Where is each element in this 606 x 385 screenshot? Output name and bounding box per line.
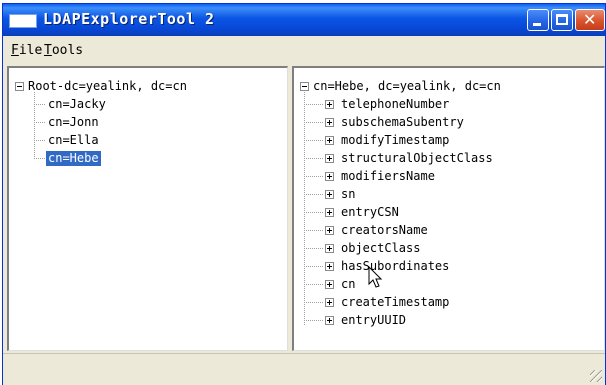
tree-connector [304, 92, 305, 326]
expand-attribute-icon[interactable] [325, 172, 334, 181]
tree-connector [304, 230, 324, 231]
attribute-node[interactable]: objectClass [341, 241, 420, 256]
tree-connector [304, 140, 324, 141]
window-title: LDAPExplorerTool 2 [43, 10, 215, 28]
attribute-node[interactable]: creatorsName [341, 223, 428, 238]
menu-tools-accel: T [44, 43, 52, 58]
menu-file-accel: F [11, 43, 19, 58]
minimize-button[interactable] [527, 9, 549, 31]
expand-attribute-icon[interactable] [325, 208, 334, 217]
expand-attribute-icon[interactable] [325, 262, 334, 271]
menu-file-rest: ile [18, 43, 43, 58]
attribute-node[interactable]: modifyTimestamp [341, 133, 449, 148]
attribute-node[interactable]: createTimestamp [341, 295, 449, 310]
close-button[interactable]: ✕ [575, 9, 605, 31]
expand-attribute-icon[interactable] [325, 136, 334, 145]
tree-connector [304, 266, 324, 267]
menu-tools[interactable]: Tools [44, 43, 83, 58]
app-window: LDAPExplorerTool 2 ✕ File Tools Root-dc=… [2, 3, 606, 385]
attribute-node[interactable]: structuralObjectClass [341, 151, 493, 166]
attribute-tree-pane[interactable]: cn=Hebe, dc=yealink, dc=cn telephoneNumb… [292, 66, 605, 351]
attribute-node[interactable]: subschemaSubentry [341, 115, 464, 130]
expand-attribute-icon[interactable] [325, 298, 334, 307]
title-bar[interactable]: LDAPExplorerTool 2 ✕ [3, 4, 605, 36]
tree-connector [304, 122, 324, 123]
expand-attribute-icon[interactable] [325, 316, 334, 325]
tree-connector [304, 194, 324, 195]
app-window-icon [9, 14, 37, 28]
attribute-node[interactable]: entryUUID [341, 313, 406, 328]
tree-node-hebe-selected[interactable]: cn=Hebe [46, 151, 101, 166]
directory-tree-pane[interactable]: Root-dc=yealink, dc=cn cn=Jacky cn=Jonn … [7, 66, 288, 351]
expand-attribute-icon[interactable] [325, 226, 334, 235]
tree-node-jacky[interactable]: cn=Jacky [48, 97, 106, 112]
maximize-button[interactable] [551, 9, 573, 31]
tree-connector [304, 302, 324, 303]
tree-connector [304, 158, 324, 159]
collapse-entry-icon[interactable] [300, 82, 309, 91]
attribute-node[interactable]: modifiersName [341, 169, 435, 184]
attribute-node[interactable]: sn [341, 187, 355, 202]
attribute-node[interactable]: entryCSN [341, 205, 399, 220]
tree-connector [34, 104, 46, 105]
tree-connector [304, 212, 324, 213]
tree-connector [34, 92, 35, 158]
expand-attribute-icon[interactable] [325, 100, 334, 109]
collapse-root-icon[interactable] [15, 82, 24, 91]
menu-tools-rest: ools [51, 43, 84, 58]
tree-connector [34, 158, 46, 159]
tree-connector [34, 140, 46, 141]
attribute-node[interactable]: telephoneNumber [341, 97, 449, 112]
attribute-node[interactable]: cn [341, 277, 355, 292]
expand-attribute-icon[interactable] [325, 118, 334, 127]
tree-connector [34, 122, 46, 123]
menu-bar: File Tools [3, 36, 605, 66]
expand-attribute-icon[interactable] [325, 244, 334, 253]
attribute-node[interactable]: hasSubordinates [341, 259, 449, 274]
entry-root-node[interactable]: cn=Hebe, dc=yealink, dc=cn [313, 79, 501, 94]
expand-attribute-icon[interactable] [325, 190, 334, 199]
tree-connector [304, 284, 324, 285]
tree-root-node[interactable]: Root-dc=yealink, dc=cn [28, 79, 187, 94]
maximize-icon [556, 14, 568, 25]
status-bar [3, 353, 605, 385]
minimize-icon [533, 23, 541, 26]
tree-connector [304, 176, 324, 177]
tree-connector [304, 248, 324, 249]
expand-attribute-icon[interactable] [325, 154, 334, 163]
tree-node-ella[interactable]: cn=Ella [48, 133, 99, 148]
tree-connector [304, 104, 324, 105]
menu-file[interactable]: File [11, 43, 42, 58]
mouse-pointer-icon [368, 266, 383, 288]
expand-attribute-icon[interactable] [325, 280, 334, 289]
resize-grip-icon[interactable] [590, 370, 602, 382]
tree-node-jonn[interactable]: cn=Jonn [48, 115, 99, 130]
close-icon: ✕ [583, 10, 597, 29]
tree-connector [304, 320, 324, 321]
